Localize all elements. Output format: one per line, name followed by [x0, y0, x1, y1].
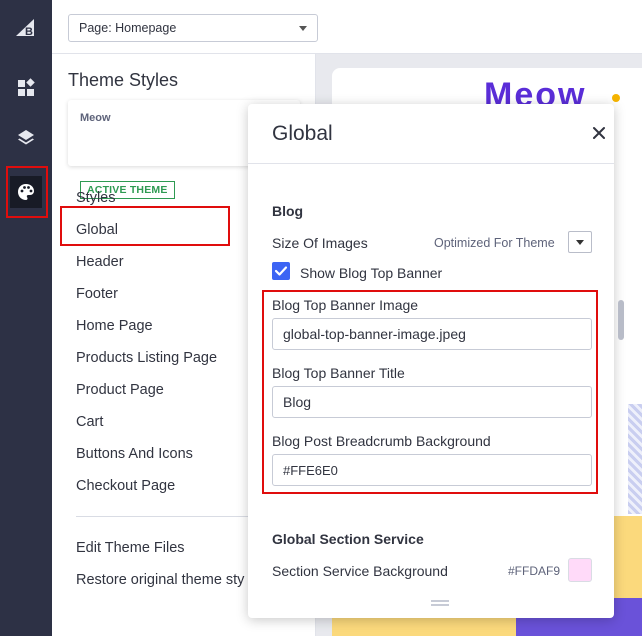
preview-hatch: [628, 404, 642, 514]
blog-section-heading: Blog: [272, 203, 304, 219]
modal-header: Global: [248, 104, 614, 164]
highlight-global: [60, 206, 230, 246]
global-settings-modal: Global Blog Size Of Images Optimized For…: [248, 104, 624, 618]
layers-icon[interactable]: [10, 122, 42, 154]
bigcommerce-logo-icon[interactable]: B: [14, 16, 38, 40]
modal-scrollbar[interactable]: [618, 300, 624, 340]
close-icon[interactable]: [590, 124, 608, 142]
logo-dot: [612, 94, 620, 102]
section-service-bg-hex: #FFDAF9: [508, 564, 561, 578]
size-of-images-value: Optimized For Theme: [434, 236, 555, 250]
widgets-icon[interactable]: [10, 72, 42, 104]
sidebar-title: Theme Styles: [68, 70, 179, 90]
size-of-images-select[interactable]: [568, 231, 592, 253]
top-bar: Page: Homepage: [52, 0, 642, 54]
chevron-down-icon: [299, 25, 307, 31]
size-of-images-label: Size Of Images: [272, 235, 368, 251]
section-service-bg-label: Section Service Background: [272, 563, 448, 579]
theme-name: Meow: [80, 112, 111, 124]
page-select-value: Page: Homepage: [79, 21, 177, 35]
resize-grip-icon[interactable]: [431, 600, 449, 606]
highlight-banner-fields: [262, 290, 598, 494]
section-service-heading: Global Section Service: [272, 531, 424, 547]
checkmark-icon: [274, 266, 288, 276]
chevron-down-icon: [576, 239, 584, 245]
modal-title: Global: [272, 122, 333, 145]
page-select[interactable]: Page: Homepage: [68, 14, 318, 42]
highlight-palette: [6, 166, 48, 218]
show-blog-banner-checkbox[interactable]: [272, 262, 290, 280]
section-service-color-swatch[interactable]: [568, 558, 592, 582]
left-rail: B: [0, 0, 52, 636]
svg-text:B: B: [25, 26, 33, 38]
show-blog-banner-label: Show Blog Top Banner: [300, 265, 443, 281]
